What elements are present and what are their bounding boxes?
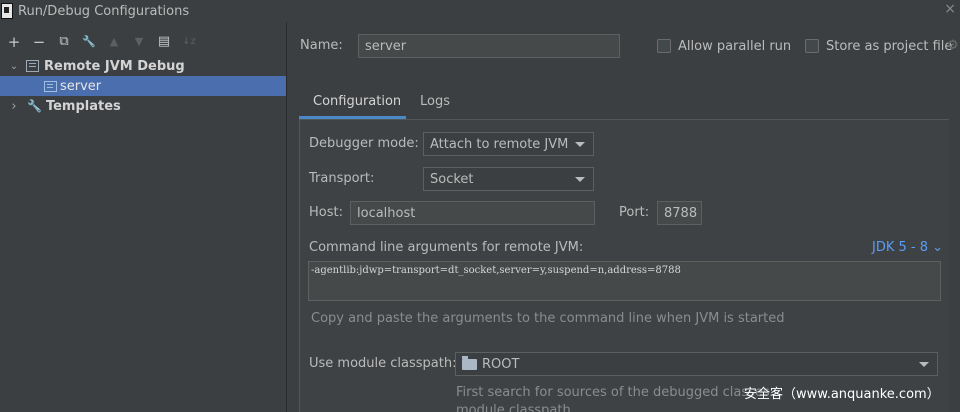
splitter[interactable]: [286, 22, 287, 412]
store-project-checkbox[interactable]: [805, 39, 819, 53]
dropdown-arrow-icon: [575, 177, 585, 182]
transport-value: Socket: [430, 171, 474, 187]
debugger-mode-label: Debugger mode:: [309, 136, 419, 151]
allow-parallel-checkbox[interactable]: [657, 39, 671, 53]
gear-icon[interactable]: ⚙: [947, 38, 959, 53]
folder-icon: [462, 355, 477, 370]
tab-configuration[interactable]: Configuration: [313, 94, 401, 109]
store-project-label[interactable]: Store as project file: [826, 39, 952, 54]
dropdown-arrow-icon: [919, 362, 929, 367]
module-hint-line-2: module classpath: [456, 403, 571, 412]
module-hint-line-1: First search for sources of the debugged…: [456, 385, 770, 400]
config-tree: ⌄ Remote JVM Debug server › 🔧 Templates: [0, 56, 286, 116]
debugger-mode-value: Attach to remote JVM: [430, 136, 569, 152]
tree-item-server[interactable]: server: [0, 76, 286, 96]
window-title: Run/Debug Configurations: [18, 3, 190, 19]
debugger-mode-select[interactable]: Attach to remote JVM: [423, 132, 594, 156]
tree-item-remote-jvm-debug[interactable]: ⌄ Remote JVM Debug: [0, 56, 286, 76]
copy-icon[interactable]: ⧉: [55, 32, 73, 52]
remote-debug-icon: [26, 60, 39, 72]
transport-select[interactable]: Socket: [423, 167, 594, 191]
title-bar: Run/Debug Configurations ×: [0, 0, 960, 22]
wrench-icon: 🔧: [27, 99, 42, 113]
tree-group-label: Remote JVM Debug: [44, 58, 185, 74]
config-toolbar: + − ⧉ 🔧 ▲ ▼ ▤ ↓z: [0, 30, 286, 54]
host-label: Host:: [309, 205, 343, 220]
close-icon[interactable]: ×: [944, 1, 956, 17]
module-classpath-select[interactable]: ROOT: [455, 352, 938, 376]
cmd-args-textarea[interactable]: -agentlib:jdwp=transport=dt_socket,serve…: [308, 261, 941, 301]
host-input[interactable]: localhost: [350, 201, 595, 225]
jdk-version-link[interactable]: JDK 5 - 8 ⌄: [872, 240, 943, 255]
wrench-icon[interactable]: 🔧: [80, 32, 98, 52]
name-label: Name:: [300, 38, 343, 53]
transport-label: Transport:: [309, 171, 375, 186]
add-icon[interactable]: +: [5, 32, 23, 52]
tab-logs[interactable]: Logs: [420, 94, 450, 109]
dropdown-arrow-icon: [575, 142, 585, 147]
remove-icon[interactable]: −: [30, 32, 48, 52]
watermark: 安全客（www.anquanke.com）: [744, 387, 940, 402]
tree-templates-label: Templates: [45, 98, 121, 114]
allow-parallel-label[interactable]: Allow parallel run: [678, 39, 791, 54]
cmd-args-hint: Copy and paste the arguments to the comm…: [311, 311, 785, 326]
tree-child-label: server: [60, 78, 102, 94]
expand-caret-icon[interactable]: ⌄: [8, 61, 20, 72]
remote-debug-config-icon: [44, 80, 57, 92]
move-up-icon[interactable]: ▲: [105, 32, 123, 52]
move-down-icon[interactable]: ▼: [130, 32, 148, 52]
tree-item-templates[interactable]: › 🔧 Templates: [0, 96, 286, 116]
name-input[interactable]: server: [358, 34, 620, 58]
collapse-caret-icon[interactable]: ›: [8, 99, 20, 114]
app-icon: [1, 3, 13, 19]
sort-icon[interactable]: ↓z: [180, 32, 198, 52]
cmd-args-label: Command line arguments for remote JVM:: [309, 240, 584, 255]
port-label: Port:: [619, 205, 650, 220]
folder-add-icon[interactable]: ▤: [155, 32, 173, 52]
module-classpath-value: ROOT: [482, 356, 520, 372]
module-classpath-label: Use module classpath:: [309, 356, 457, 371]
port-input[interactable]: 8788: [657, 201, 702, 225]
